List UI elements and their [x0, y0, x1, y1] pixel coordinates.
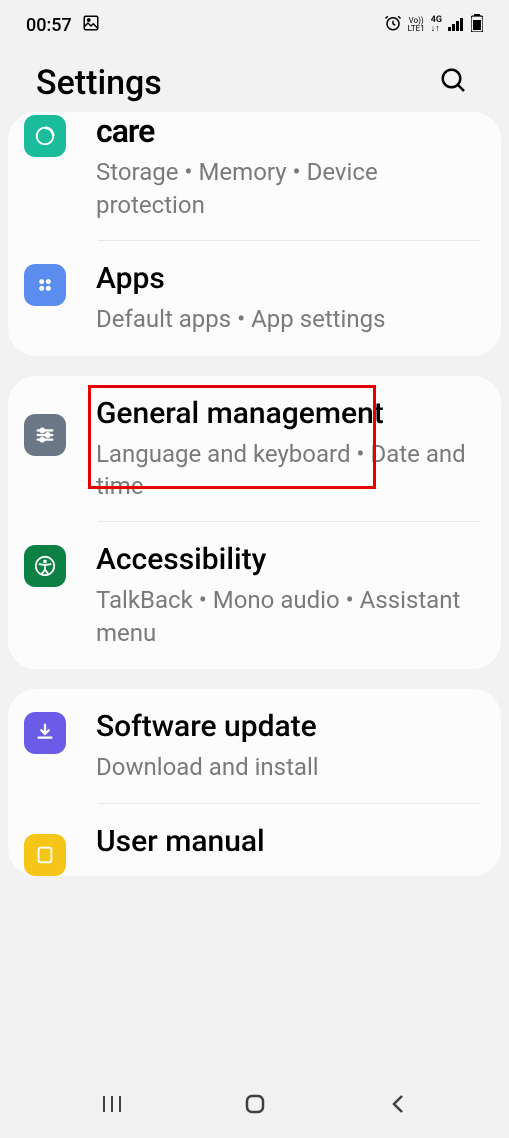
- alarm-icon: [384, 14, 402, 36]
- setting-text: User manual: [96, 824, 485, 866]
- setting-subtitle: TalkBack • Mono audio • Assistant menu: [96, 584, 485, 649]
- picture-icon: [82, 14, 100, 36]
- network-type: 4G ↓↑: [431, 16, 442, 34]
- settings-item-software-update[interactable]: Software update Download and install: [8, 689, 501, 803]
- lte-label: LTE1: [408, 24, 425, 33]
- home-icon: [243, 1092, 267, 1116]
- status-time: 00:57: [26, 15, 72, 36]
- navigation-bar: [0, 1070, 509, 1138]
- software-update-icon: [24, 712, 66, 754]
- setting-title: General management: [96, 396, 485, 432]
- battery-icon: [471, 14, 483, 36]
- search-icon: [439, 66, 469, 96]
- settings-item-device-care[interactable]: care Storage • Memory • Device protectio…: [8, 112, 501, 241]
- setting-title: Accessibility: [96, 542, 485, 578]
- settings-item-user-manual[interactable]: User manual: [8, 804, 501, 876]
- status-right: Vo)) LTE1 4G ↓↑: [384, 14, 483, 36]
- setting-text: Apps Default apps • App settings: [96, 261, 485, 335]
- search-button[interactable]: [435, 62, 473, 104]
- status-bar: 00:57 Vo)) LTE1 4G ↓↑: [0, 0, 509, 50]
- settings-group: care Storage • Memory • Device protectio…: [8, 112, 501, 356]
- back-button[interactable]: [358, 1092, 438, 1116]
- setting-subtitle: Language and keyboard • Date and time: [96, 438, 485, 503]
- settings-item-apps[interactable]: Apps Default apps • App settings: [8, 241, 501, 355]
- recent-icon: [100, 1094, 124, 1114]
- setting-title: Software update: [96, 709, 485, 745]
- settings-item-general-management[interactable]: General management Language and keyboard…: [8, 376, 501, 523]
- setting-text: Software update Download and install: [96, 709, 485, 783]
- recent-apps-button[interactable]: [72, 1094, 152, 1114]
- back-icon: [388, 1092, 408, 1116]
- accessibility-icon: [24, 545, 66, 587]
- setting-subtitle: Storage • Memory • Device protection: [96, 156, 485, 221]
- general-management-icon: [24, 414, 66, 456]
- user-manual-icon: [24, 834, 66, 876]
- volte-indicator: Vo)) LTE1: [408, 17, 425, 33]
- settings-list: care Storage • Memory • Device protectio…: [0, 112, 509, 876]
- setting-text: General management Language and keyboard…: [96, 396, 485, 503]
- page-title: Settings: [36, 63, 162, 103]
- setting-subtitle: Default apps • App settings: [96, 303, 485, 335]
- setting-title: Apps: [96, 261, 485, 297]
- home-button[interactable]: [215, 1092, 295, 1116]
- settings-group: Software update Download and install Use…: [8, 689, 501, 875]
- settings-item-accessibility[interactable]: Accessibility TalkBack • Mono audio • As…: [8, 522, 501, 669]
- setting-subtitle: Download and install: [96, 751, 485, 783]
- setting-title: User manual: [96, 824, 485, 860]
- signal-icon: [448, 16, 465, 35]
- setting-text: care Storage • Memory • Device protectio…: [96, 112, 485, 221]
- apps-icon: [24, 264, 66, 306]
- device-care-icon: [24, 115, 66, 157]
- status-left: 00:57: [26, 14, 100, 36]
- settings-group: General management Language and keyboard…: [8, 376, 501, 670]
- setting-text: Accessibility TalkBack • Mono audio • As…: [96, 542, 485, 649]
- setting-title: care: [96, 112, 485, 150]
